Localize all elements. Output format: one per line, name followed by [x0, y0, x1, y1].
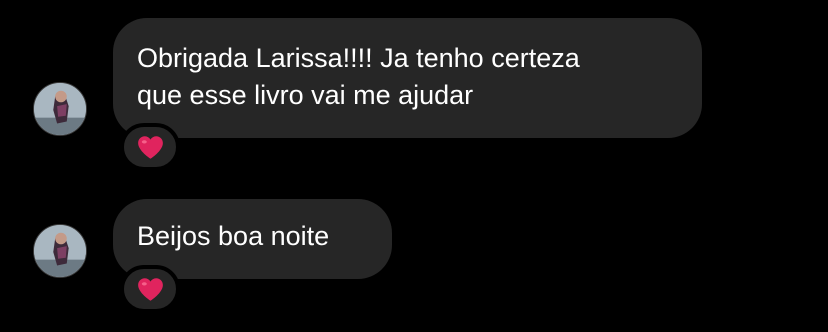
sender-avatar[interactable]: [33, 224, 87, 278]
message-text-line: Beijos boa noite: [137, 221, 330, 251]
message-bubble[interactable]: Obrigada Larissa!!!! Ja tenho certeza qu…: [113, 18, 702, 138]
message-text-line: Obrigada Larissa!!!! Ja tenho certeza: [137, 43, 580, 73]
reaction-badge[interactable]: [120, 265, 180, 313]
avatar-photo: [34, 225, 86, 277]
sender-avatar[interactable]: [33, 82, 87, 136]
heart-icon: [137, 135, 163, 159]
message-text-line: que esse livro vai me ajudar: [137, 80, 474, 110]
avatar-photo: [34, 83, 86, 135]
reaction-badge[interactable]: [120, 123, 180, 171]
heart-icon: [137, 277, 163, 301]
